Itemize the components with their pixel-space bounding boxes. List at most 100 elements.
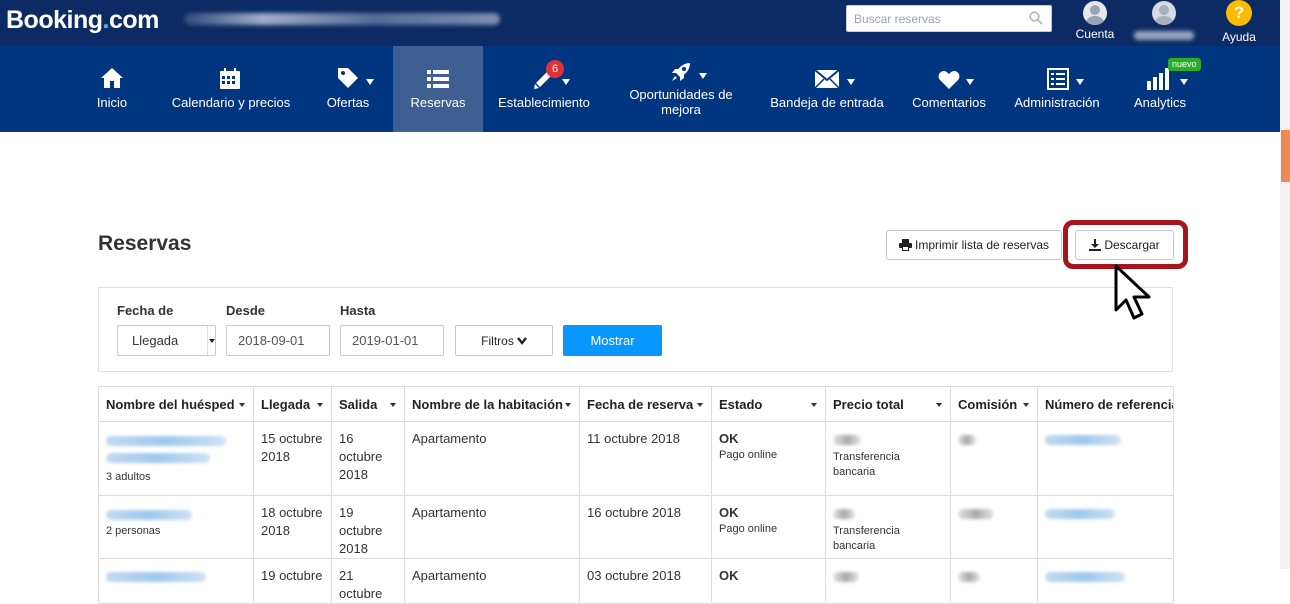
column-header-status[interactable]: Estado xyxy=(711,386,826,422)
price-cell: Transferencia bancaria xyxy=(825,495,951,559)
reference-cell[interactable] xyxy=(1037,421,1174,496)
column-header-commission[interactable]: Comisión xyxy=(950,386,1038,422)
sort-caret-icon xyxy=(811,403,817,407)
nav-label: Inicio xyxy=(96,95,128,110)
reference-redacted xyxy=(1045,571,1125,582)
status-value: OK xyxy=(719,568,739,583)
nav-item-bandeja[interactable]: Bandeja de entrada xyxy=(764,46,890,132)
nav-label: Calendario y precios xyxy=(171,95,291,110)
arrival-cell: 18 octubre 2018 xyxy=(253,495,332,559)
column-header-booking-date[interactable]: Fecha de reserva xyxy=(579,386,712,422)
reference-redacted xyxy=(1045,508,1115,519)
chevron-down-icon xyxy=(516,336,527,345)
search-icon[interactable] xyxy=(1029,11,1043,25)
nav-item-comentarios[interactable]: Comentarios xyxy=(905,46,993,132)
sort-caret-icon xyxy=(565,403,571,407)
column-header-total-price[interactable]: Precio total xyxy=(825,386,951,422)
table-row[interactable]: 3 adultos 15 octubre 2018 16 octubre 201… xyxy=(98,421,1174,496)
price-cell: Transferencia bancaria xyxy=(825,421,951,496)
nav-label: Bandeja de entrada xyxy=(770,95,884,110)
sort-caret-icon xyxy=(390,403,396,407)
departure-cell: 19 octubre 2018 xyxy=(331,495,405,559)
nav-label: Establecimiento xyxy=(498,95,590,110)
chevron-down-icon xyxy=(966,79,974,85)
commission-redacted xyxy=(958,571,980,582)
print-list-label: Imprimir lista de reservas xyxy=(914,238,1050,252)
price-redacted xyxy=(833,571,859,582)
reference-cell[interactable] xyxy=(1037,495,1174,559)
nav-item-administracion[interactable]: Administración xyxy=(1007,46,1107,132)
main-nav: Inicio Calendario y precios Ofertas Rese… xyxy=(0,46,1280,132)
user-menu[interactable] xyxy=(1128,0,1200,46)
printer-icon xyxy=(898,239,912,251)
price-note: Transferencia bancaria xyxy=(833,525,900,552)
column-header-arrival[interactable]: Llegada xyxy=(253,386,332,422)
notification-badge: 6 xyxy=(546,60,564,78)
download-highlight-annotation xyxy=(1063,220,1188,269)
search-input[interactable] xyxy=(847,6,1017,31)
nav-item-oportunidades[interactable]: Oportunidades de mejora xyxy=(616,46,746,132)
price-cell xyxy=(825,558,951,604)
column-header-departure[interactable]: Salida xyxy=(331,386,405,422)
date-type-select[interactable]: Llegada xyxy=(117,325,216,356)
departure-cell: 16 octubre 2018 xyxy=(331,421,405,496)
nav-item-calendario[interactable]: Calendario y precios xyxy=(164,46,298,132)
nav-item-inicio[interactable]: Inicio xyxy=(84,46,140,132)
sort-caret-icon xyxy=(936,403,942,407)
from-date-input[interactable]: 2018-09-01 xyxy=(226,325,330,356)
status-value: OK xyxy=(719,505,739,520)
heart-icon xyxy=(938,71,960,89)
status-cell: OK Pago online xyxy=(711,495,826,559)
nav-item-ofertas[interactable]: Ofertas xyxy=(316,46,380,132)
commission-cell xyxy=(950,495,1038,559)
arrival-cell: 15 octubre 2018 xyxy=(253,421,332,496)
status-cell: OK xyxy=(711,558,826,604)
help-menu[interactable]: ? Ayuda xyxy=(1218,0,1260,46)
filters-button[interactable]: Filtros xyxy=(455,325,553,356)
payment-method: Pago online xyxy=(719,449,778,461)
nav-label: Reservas xyxy=(410,95,466,110)
new-badge: nuevo xyxy=(1168,58,1201,71)
price-redacted xyxy=(833,508,855,519)
chevron-down-icon xyxy=(366,79,374,85)
show-button[interactable]: Mostrar xyxy=(563,325,662,356)
table-row[interactable]: 19 octubre 21 octubre Apartamento 03 oct… xyxy=(98,558,1174,604)
nav-item-establecimiento[interactable]: 6 Establecimiento xyxy=(490,46,598,132)
booking-logo[interactable]: Booking.com xyxy=(6,6,159,35)
chevron-down-icon xyxy=(207,326,215,355)
room-cell: Apartamento xyxy=(404,421,580,496)
guest-count: 2 personas xyxy=(106,525,161,537)
chevron-down-icon xyxy=(847,79,855,85)
date-type-label: Fecha de xyxy=(117,303,174,318)
guest-cell[interactable]: 2 personas xyxy=(98,495,254,559)
print-list-button[interactable]: Imprimir lista de reservas xyxy=(886,230,1062,260)
status-value: OK xyxy=(719,431,739,446)
account-menu[interactable]: Cuenta xyxy=(1072,0,1118,46)
to-date-input[interactable]: 2019-01-01 xyxy=(340,325,444,356)
reference-cell[interactable] xyxy=(1037,558,1174,604)
scrollbar-track[interactable] xyxy=(1280,0,1290,569)
search-box[interactable] xyxy=(846,5,1052,32)
table-row[interactable]: 2 personas 18 octubre 2018 19 octubre 20… xyxy=(98,495,1174,559)
sort-caret-icon xyxy=(697,403,703,407)
price-redacted xyxy=(833,434,861,445)
help-icon: ? xyxy=(1226,0,1252,26)
home-icon xyxy=(101,68,123,88)
column-header-reference[interactable]: Número de referencia xyxy=(1037,386,1174,422)
status-cell: OK Pago online xyxy=(711,421,826,496)
guest-cell[interactable]: 3 adultos xyxy=(98,421,254,496)
nav-item-analytics[interactable]: nuevo Analytics xyxy=(1122,46,1201,132)
guest-cell[interactable] xyxy=(98,558,254,604)
date-type-value: Llegada xyxy=(132,333,179,348)
from-label: Desde xyxy=(226,303,266,318)
user-avatar-icon xyxy=(1152,1,1176,25)
column-header-room[interactable]: Nombre de la habitación xyxy=(404,386,580,422)
scrollbar-thumb[interactable] xyxy=(1281,130,1290,182)
chevron-down-icon xyxy=(699,73,707,79)
envelope-icon xyxy=(815,70,839,88)
column-header-guest[interactable]: Nombre del huésped xyxy=(98,386,254,422)
bar-chart-icon xyxy=(1147,68,1169,90)
page-title: Reservas xyxy=(98,232,192,255)
filter-panel: Fecha de Desde Hasta Llegada 2018-09-01 … xyxy=(98,287,1173,372)
nav-item-reservas[interactable]: Reservas xyxy=(393,46,483,132)
